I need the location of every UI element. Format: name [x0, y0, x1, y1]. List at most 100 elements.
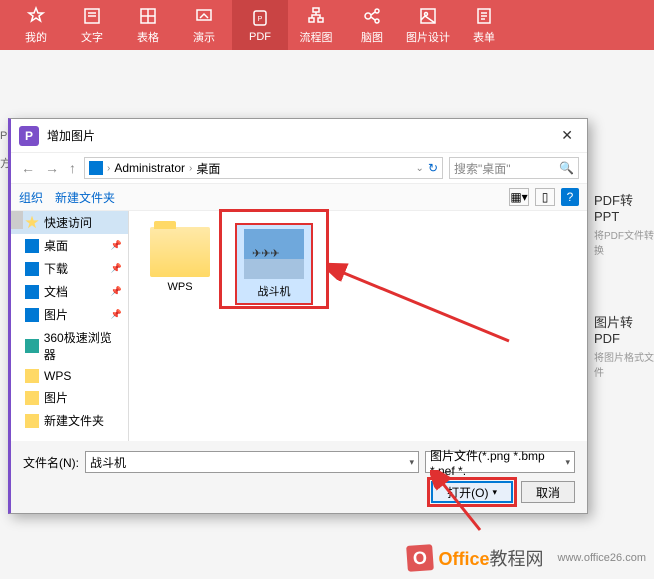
- sidebar-item-desktop[interactable]: 桌面📌: [11, 234, 128, 257]
- sidebar-label: 快速访问: [44, 214, 92, 231]
- dialog-sidebar[interactable]: 快速访问 桌面📌 下载 📌 文档 📌 图片📌 360极速浏览器 WPS 图片 新建文…: [11, 211, 129, 441]
- close-icon[interactable]: ✕: [555, 125, 579, 146]
- view-mode-button[interactable]: ▦▾: [509, 188, 529, 206]
- tab-mindmap[interactable]: 脑图: [344, 0, 400, 50]
- file-name: WPS: [167, 281, 192, 293]
- sidebar-label: 360极速浏览器: [44, 329, 122, 363]
- search-icon: 🔍: [559, 161, 574, 175]
- file-item-folder[interactable]: WPS: [141, 223, 219, 297]
- sidebar-label: 文档: [44, 283, 68, 300]
- sidebar-label: 下载: [44, 260, 68, 277]
- address-bar[interactable]: › Administrator › 桌面 ⌄ ↻: [84, 157, 443, 179]
- forward-icon: →: [43, 160, 61, 176]
- tab-label: PDF: [249, 31, 271, 43]
- search-input[interactable]: 搜索"桌面" 🔍: [449, 157, 579, 179]
- sidebar-item-wps[interactable]: WPS: [11, 366, 128, 386]
- folder-icon: [150, 227, 210, 277]
- flowchart-icon: [306, 6, 326, 26]
- sidebar-label: 桌面: [44, 237, 68, 254]
- breadcrumb-user[interactable]: Administrator: [114, 161, 185, 175]
- sidebar-label: WPS: [44, 369, 71, 383]
- watermark-icon: O: [406, 544, 434, 572]
- dialog-titlebar: P 增加图片 ✕: [11, 119, 587, 153]
- scrollbar-thumb[interactable]: [11, 211, 23, 229]
- sidebar-item-documents[interactable]: 文档 📌: [11, 280, 128, 303]
- tab-presentation[interactable]: 演示: [176, 0, 232, 50]
- filename-label: 文件名(N):: [23, 454, 79, 471]
- back-icon[interactable]: ←: [19, 160, 37, 176]
- annotation-arrow: [329, 261, 519, 354]
- folder-icon: [25, 414, 39, 428]
- file-list[interactable]: WPS 战斗机: [129, 211, 587, 441]
- app-toolbar: 我的 文字 表格 演示 P PDF 流程图 脑图 图片设计 表单: [0, 0, 654, 50]
- folder-icon: [25, 391, 39, 405]
- card-desc: 将图片格式文件: [594, 349, 654, 379]
- app-icon: P: [19, 126, 39, 146]
- filetype-select[interactable]: 图片文件(*.png *.bmp *.nef *.▾: [425, 451, 575, 473]
- tab-form[interactable]: 表单: [456, 0, 512, 50]
- dialog-toolbar: 组织 新建文件夹 ▦▾ ▯ ?: [11, 184, 587, 211]
- star-icon: [25, 216, 39, 230]
- sidebar-item-newfolder[interactable]: 新建文件夹: [11, 409, 128, 432]
- dialog-footer: 文件名(N): 战斗机▾ 图片文件(*.png *.bmp *.nef *.▾ …: [11, 441, 587, 513]
- sidebar-item-pictures[interactable]: 图片📌: [11, 303, 128, 326]
- chevron-down-icon: ▾: [492, 487, 497, 498]
- tab-text[interactable]: 文字: [64, 0, 120, 50]
- new-folder-button[interactable]: 新建文件夹: [55, 189, 115, 206]
- dialog-body: 快速访问 桌面📌 下载 📌 文档 📌 图片📌 360极速浏览器 WPS 图片 新建文…: [11, 211, 587, 441]
- up-icon[interactable]: ↑: [67, 160, 78, 176]
- file-open-dialog: P 增加图片 ✕ ← → ↑ › Administrator › 桌面 ⌄ ↻ …: [8, 118, 588, 514]
- refresh-icon[interactable]: ↻: [428, 161, 438, 175]
- tab-label: 文字: [81, 29, 103, 45]
- dialog-nav: ← → ↑ › Administrator › 桌面 ⌄ ↻ 搜索"桌面" 🔍: [11, 153, 587, 184]
- sidebar-label: 新建文件夹: [44, 412, 104, 429]
- watermark-url: www.office26.com: [558, 552, 646, 564]
- breadcrumb-folder[interactable]: 桌面: [196, 160, 220, 177]
- tab-my[interactable]: 我的: [8, 0, 64, 50]
- sidebar-item-browser[interactable]: 360极速浏览器: [11, 326, 128, 366]
- sidebar-item-downloads[interactable]: 下载 📌: [11, 257, 128, 280]
- open-button[interactable]: 打开(O)▾: [431, 481, 513, 503]
- button-label: 取消: [536, 484, 560, 501]
- watermark: O OfficeOffice教程网教程网 www.office26.com: [407, 545, 646, 571]
- organize-menu[interactable]: 组织: [19, 189, 43, 206]
- pin-icon: 📌: [111, 263, 122, 274]
- tab-label: 我的: [25, 29, 47, 45]
- sidebar-item-pictures2[interactable]: 图片: [11, 386, 128, 409]
- image-thumbnail: [244, 229, 304, 279]
- watermark-brand: OfficeOffice教程网教程网: [439, 545, 544, 571]
- form-icon: [474, 6, 494, 26]
- svg-text:P: P: [258, 16, 263, 23]
- dialog-title: 增加图片: [47, 127, 95, 144]
- pin-icon: 📌: [111, 286, 122, 297]
- sidebar-item-wpsdisk[interactable]: WPS网盘: [11, 438, 128, 441]
- search-placeholder: 搜索"桌面": [454, 160, 511, 177]
- tab-label: 表单: [473, 29, 495, 45]
- side-card-img-pdf[interactable]: 图片转PDF 将图片格式文件: [594, 312, 654, 379]
- side-card-pdf-ppt[interactable]: PDF转PPT 将PDF文件转换: [594, 190, 654, 257]
- preview-pane-button[interactable]: ▯: [535, 188, 555, 206]
- file-item-image[interactable]: 战斗机: [235, 223, 313, 305]
- help-icon[interactable]: ?: [561, 188, 579, 206]
- filename-value: 战斗机: [90, 454, 126, 471]
- tab-label: 图片设计: [406, 29, 450, 45]
- chevron-down-icon[interactable]: ▾: [409, 457, 414, 468]
- tab-pdf[interactable]: P PDF: [232, 0, 288, 50]
- chevron-down-icon[interactable]: ⌄: [416, 163, 424, 174]
- image-design-icon: [418, 6, 438, 26]
- sidebar-item-quick-access[interactable]: 快速访问: [11, 211, 128, 234]
- cancel-button[interactable]: 取消: [521, 481, 575, 503]
- filename-input[interactable]: 战斗机 ▾: [85, 451, 419, 473]
- tab-flowchart[interactable]: 流程图: [288, 0, 344, 50]
- card-title: PDF转PPT: [594, 190, 654, 224]
- chevron-down-icon[interactable]: ▾: [565, 457, 570, 468]
- card-desc: 将PDF文件转换: [594, 227, 654, 257]
- folder-icon: [25, 369, 39, 383]
- tab-label: 表格: [137, 29, 159, 45]
- tab-image-design[interactable]: 图片设计: [400, 0, 456, 50]
- tab-table[interactable]: 表格: [120, 0, 176, 50]
- star-icon: [26, 6, 46, 26]
- card-title: 图片转PDF: [594, 312, 654, 346]
- pdf-icon: P: [250, 8, 270, 28]
- tab-label: 演示: [193, 29, 215, 45]
